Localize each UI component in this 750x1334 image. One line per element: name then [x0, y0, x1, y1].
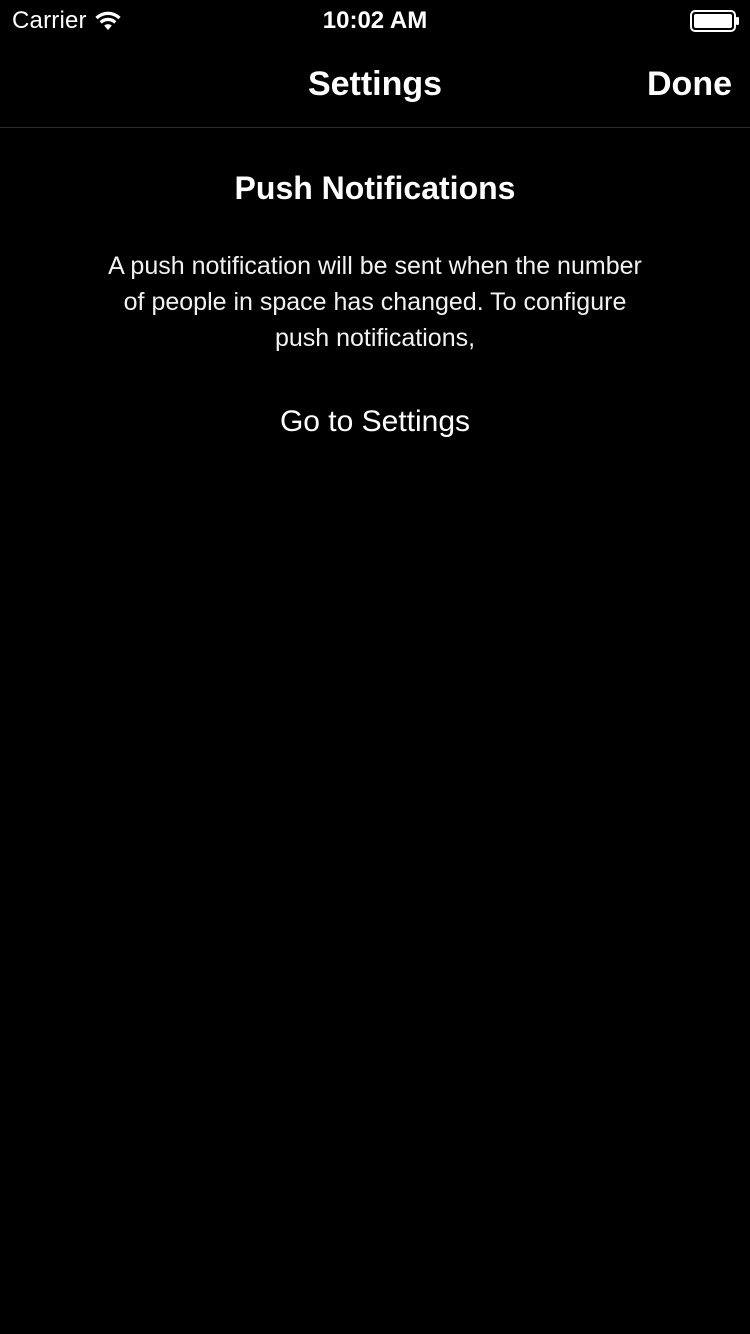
battery-full-icon — [690, 10, 739, 32]
status-time: 10:02 AM — [322, 7, 428, 34]
navigation-bar: Settings Done — [0, 40, 750, 128]
done-button[interactable]: Done — [647, 64, 732, 104]
status-bar: Carrier 10:02 AM — [0, 0, 750, 40]
go-to-settings-link[interactable]: Go to Settings — [0, 402, 750, 442]
push-notification-description: A push notification will be sent when th… — [108, 252, 642, 352]
settings-screen: Carrier 10:02 AM Settings Done Push Noti… — [0, 0, 750, 1334]
section-title: Push Notifications — [234, 170, 516, 206]
page-title: Settings — [307, 65, 443, 103]
